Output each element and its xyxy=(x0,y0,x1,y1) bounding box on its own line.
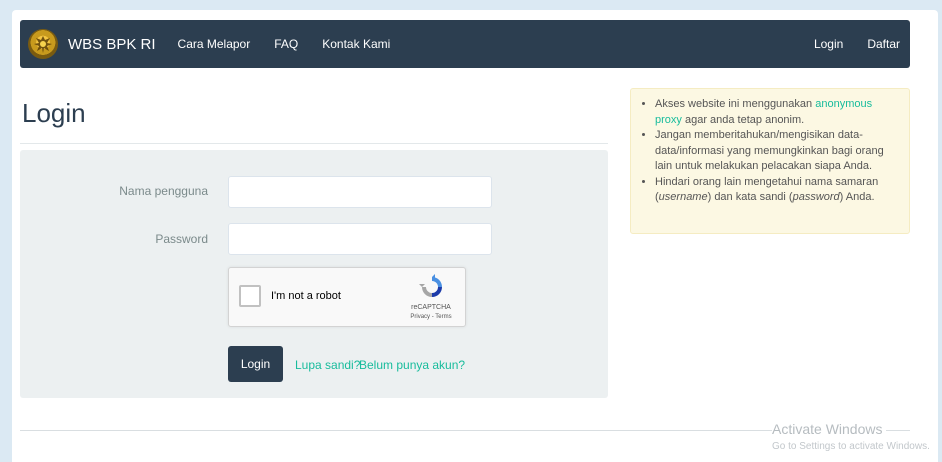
recaptcha-widget: I'm not a robot reCAPTCHA Privacy - Term… xyxy=(228,267,466,327)
info-box: Akses website ini menggunakan anonymous … xyxy=(630,88,910,234)
nav-faq[interactable]: FAQ xyxy=(274,37,298,51)
activate-windows-subtitle: Go to Settings to activate Windows. xyxy=(772,441,930,452)
page-title: Login xyxy=(22,98,86,128)
info-item-proxy: Akses website ini menggunakan anonymous … xyxy=(655,97,899,128)
recaptcha-terms-link[interactable]: Privacy - Terms xyxy=(401,314,461,320)
recaptcha-brand: reCAPTCHA xyxy=(411,304,451,311)
nav-kontak-kami[interactable]: Kontak Kami xyxy=(322,37,390,51)
password-label: Password xyxy=(155,232,208,246)
bpk-emblem-icon[interactable] xyxy=(28,29,58,59)
nav-login[interactable]: Login xyxy=(814,37,843,51)
nav-cara-melapor[interactable]: Cara Melapor xyxy=(178,37,251,51)
password-input[interactable] xyxy=(228,223,492,255)
recaptcha-logo-icon xyxy=(419,274,442,297)
login-button[interactable]: Login xyxy=(228,346,283,382)
nav-daftar[interactable]: Daftar xyxy=(867,37,900,51)
info-list: Akses website ini menggunakan anonymous … xyxy=(643,97,899,206)
forgot-password-link[interactable]: Lupa sandi? xyxy=(295,358,360,372)
title-divider xyxy=(20,143,608,144)
username-label: Nama pengguna xyxy=(119,184,208,198)
activate-windows-watermark: Activate Windows xyxy=(772,421,887,437)
top-navbar: WBS BPK RI Cara Melapor FAQ Kontak Kami … xyxy=(20,20,910,68)
info-item-privacy: Jangan memberitahukan/mengisikan data-da… xyxy=(655,128,899,175)
brand-link[interactable]: WBS BPK RI xyxy=(68,36,156,53)
username-input[interactable] xyxy=(228,176,492,208)
register-link[interactable]: Belum punya akun? xyxy=(359,358,465,372)
info-item-credentials: Hindari orang lain mengetahui nama samar… xyxy=(655,175,899,206)
recaptcha-label: I'm not a robot xyxy=(271,290,341,302)
login-panel: Nama pengguna Password I'm not a robot r… xyxy=(20,150,608,398)
recaptcha-checkbox[interactable] xyxy=(239,285,261,307)
garuda-icon xyxy=(34,36,52,53)
